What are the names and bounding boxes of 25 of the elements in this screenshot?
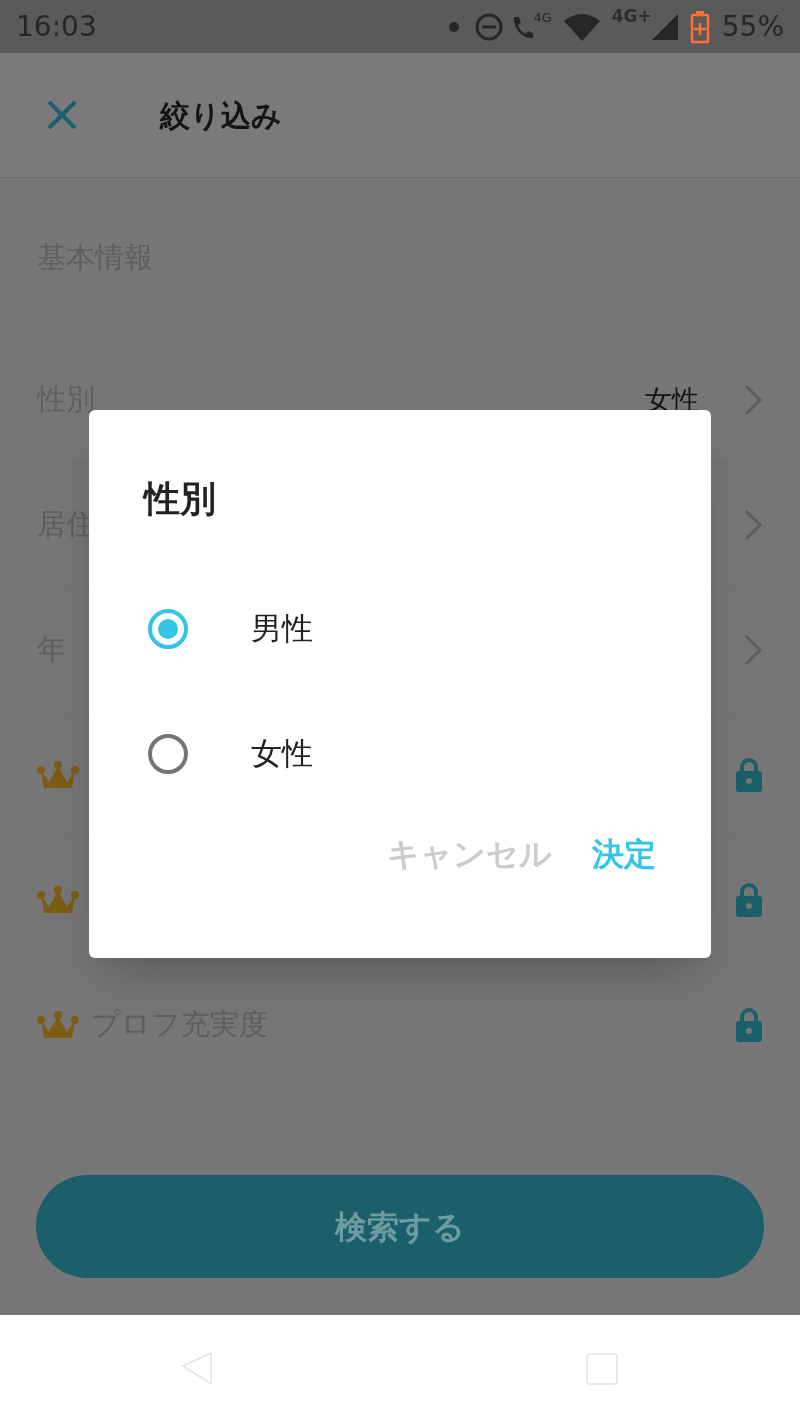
notification-dot-icon (449, 21, 460, 32)
crown-icon (37, 1010, 79, 1040)
lock-icon (735, 882, 763, 918)
back-icon[interactable] (181, 1351, 215, 1386)
search-button[interactable]: 検索する (36, 1175, 764, 1278)
screen-title: 絞り込み (160, 96, 282, 135)
crown-icon (37, 760, 79, 790)
lock-icon (735, 757, 763, 793)
battery-icon (689, 9, 710, 44)
signal-icon (651, 13, 678, 40)
lock-icon (735, 1007, 763, 1043)
confirm-button[interactable]: 決定 (592, 830, 656, 878)
radio-button[interactable] (147, 732, 189, 775)
chevron-right-icon (743, 383, 763, 417)
radio-option[interactable]: 女性 (89, 691, 711, 816)
do-not-disturb-icon (475, 12, 504, 41)
radio-button[interactable] (147, 607, 189, 650)
chevron-right-icon (743, 633, 763, 667)
close-icon (47, 100, 77, 130)
radio-option[interactable]: 男性 (89, 566, 711, 691)
recents-icon[interactable] (585, 1351, 619, 1386)
wifi-icon (563, 12, 600, 41)
dialog-title: 性別 (144, 477, 217, 521)
chevron-right-icon (743, 508, 763, 542)
crown-icon (37, 885, 79, 915)
